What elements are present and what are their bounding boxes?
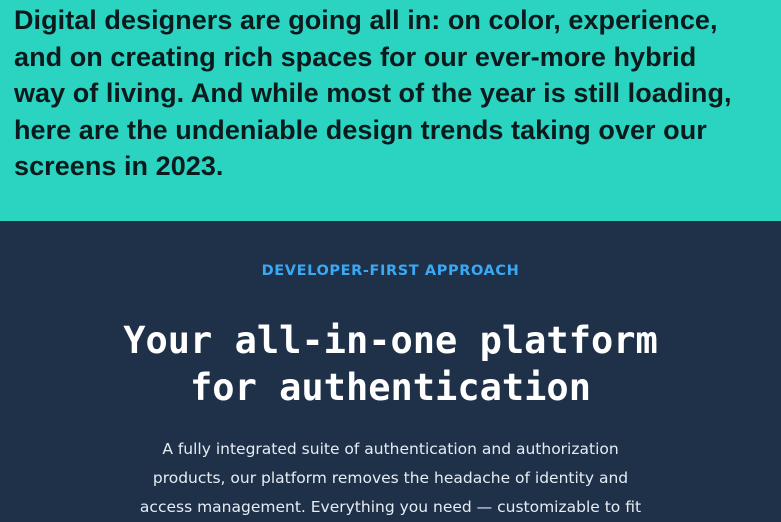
description-line: A fully integrated suite of authenticati… [162, 440, 619, 458]
section-headline: Your all-in-one platform for authenticat… [0, 317, 781, 411]
intro-line: here are the undeniable design trends ta… [14, 114, 707, 145]
section-description: A fully integrated suite of authenticati… [0, 435, 781, 522]
intro-line: way of living. And while most of the yea… [14, 78, 732, 108]
headline-line: for authentication [190, 366, 591, 409]
description-line: products, our platform removes the heada… [152, 469, 629, 487]
intro-line: screens in 2023. [14, 151, 224, 181]
description-line: access management. Everything you need —… [139, 498, 642, 516]
intro-banner: Digital designers are going all in: on c… [0, 0, 781, 221]
headline-line: Your all-in-one platform [123, 319, 658, 362]
intro-paragraph: Digital designers are going all in: on c… [14, 2, 779, 185]
platform-section: DEVELOPER-FIRST APPROACH Your all-in-one… [0, 221, 781, 521]
section-eyebrow: DEVELOPER-FIRST APPROACH [261, 263, 520, 279]
intro-line: Digital designers are going all in: on c… [14, 5, 718, 35]
intro-line: and on creating rich spaces for our ever… [14, 41, 697, 72]
